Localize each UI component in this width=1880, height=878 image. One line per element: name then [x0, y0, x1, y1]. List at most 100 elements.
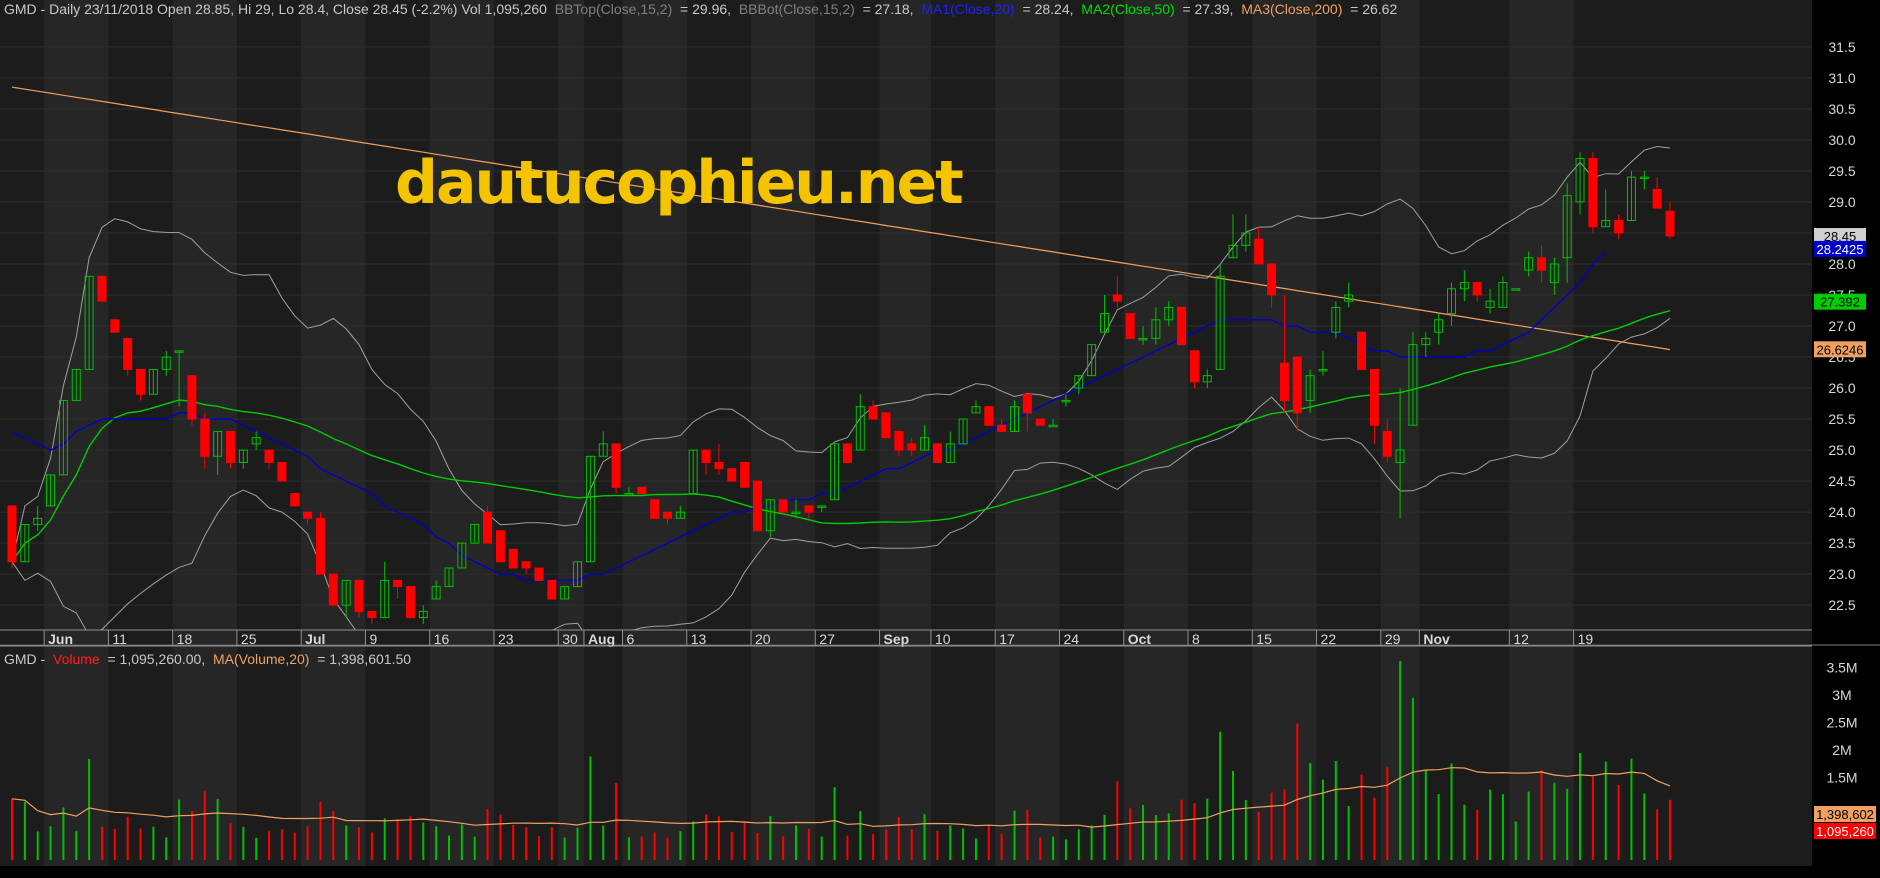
candle-body — [727, 468, 737, 482]
date-tick-label: 22 — [1321, 631, 1337, 647]
date-tick-label: 29 — [1385, 631, 1401, 647]
candle-body — [1357, 331, 1367, 370]
bbtop-value: = 29.96, — [680, 1, 732, 17]
date-tick-label: 9 — [369, 631, 377, 647]
candle-body — [1472, 282, 1482, 296]
volume-header: GMD - Volume = 1,095,260.00, MA(Volume,2… — [4, 651, 411, 667]
volume-value: = 1,095,260.00, — [107, 651, 206, 667]
candle-body — [483, 511, 493, 544]
price-tick-label: 31.5 — [1828, 39, 1855, 55]
date-tick-label: 13 — [691, 631, 707, 647]
candle-body — [842, 443, 852, 463]
candle-body — [1652, 189, 1662, 209]
candle-body — [1267, 263, 1277, 296]
week-band — [301, 0, 366, 644]
candle-body — [637, 486, 647, 495]
candle-body — [932, 443, 942, 463]
candle-body — [264, 449, 274, 463]
candle-body — [1369, 368, 1379, 426]
bbbot-value: = 27.18, — [862, 1, 914, 17]
week-band — [558, 0, 584, 644]
watermark: dautucophieu.net — [395, 148, 964, 218]
bbbot-label: BBBot(Close,15,2) — [738, 1, 855, 17]
candle-body — [752, 480, 762, 532]
candle-body — [547, 579, 557, 600]
candle-body — [97, 275, 107, 302]
date-tick-label: Nov — [1423, 631, 1450, 647]
candle-body — [1588, 157, 1598, 228]
candle-body — [868, 406, 878, 420]
candle-body — [354, 579, 364, 612]
candle-body — [1279, 362, 1289, 401]
date-tick-label: 16 — [434, 631, 450, 647]
candle-body — [1189, 350, 1199, 383]
volume-value-tag-label: 1,398,602 — [1816, 807, 1874, 822]
volume-tick-label: 3.5M — [1826, 660, 1857, 676]
date-tick-label: 10 — [935, 631, 951, 647]
price-tick-label: 29.5 — [1828, 163, 1855, 179]
week-band — [995, 0, 1060, 644]
candle-body — [7, 505, 17, 563]
candle-body — [110, 319, 120, 333]
value-tag-label: 27.392 — [1820, 295, 1860, 310]
price-tick-label: 25.5 — [1828, 411, 1855, 427]
candle-body — [521, 561, 531, 569]
price-tick-label: 23.5 — [1828, 535, 1855, 551]
volume-tick-label: 2.5M — [1826, 715, 1857, 731]
candle-body — [740, 461, 750, 488]
price-tick-label: 30.5 — [1828, 101, 1855, 117]
date-tick-label: 24 — [1063, 631, 1079, 647]
date-tick-label: Jun — [48, 631, 73, 647]
date-tick-label: 11 — [112, 631, 127, 647]
week-band — [172, 0, 237, 644]
ma3-label: MA3(Close,200) — [1241, 1, 1343, 17]
date-tick-label: 6 — [627, 631, 635, 647]
date-tick-label: Jul — [305, 631, 325, 647]
candle-body — [611, 443, 621, 488]
price-tick-label: 27.0 — [1828, 318, 1855, 334]
stock-chart[interactable]: 22.523.023.524.024.525.025.526.026.527.0… — [0, 0, 1880, 878]
date-tick-label: 20 — [755, 631, 771, 647]
ma3-value: = 26.62 — [1350, 1, 1398, 17]
price-tick-label: 24.5 — [1828, 473, 1855, 489]
week-band — [558, 646, 584, 866]
week-band — [622, 0, 687, 644]
date-tick-label: 18 — [177, 631, 193, 647]
week-band — [44, 0, 109, 644]
candle-body — [701, 449, 711, 463]
candle-body — [277, 461, 287, 482]
date-tick-label: 12 — [1513, 631, 1529, 647]
candle-body — [123, 337, 133, 370]
volume-prefix: GMD - — [4, 651, 46, 667]
candle-body — [315, 517, 325, 575]
date-tick-label: 23 — [498, 631, 514, 647]
volume-tick-label: 2M — [1832, 742, 1851, 758]
candle-body — [1382, 430, 1392, 457]
volume-tick-label: 1.5M — [1826, 770, 1857, 786]
price-tick-label: 28.0 — [1828, 256, 1855, 272]
week-band — [879, 646, 931, 866]
candle-body — [200, 418, 210, 457]
candle-body — [367, 610, 377, 619]
candle-body — [495, 530, 505, 563]
date-tick-label: 19 — [1578, 631, 1594, 647]
week-band — [1509, 0, 1574, 644]
ma2-label: MA2(Close,50) — [1081, 1, 1175, 17]
ma2-value: = 27.39, — [1182, 1, 1234, 17]
date-tick-label: 15 — [1256, 631, 1272, 647]
price-tick-label: 25.0 — [1828, 442, 1855, 458]
candle-body — [1112, 294, 1122, 302]
week-band — [1380, 0, 1420, 644]
date-tick-label: Aug — [588, 631, 615, 647]
date-tick-label: 27 — [819, 631, 835, 647]
candle-body — [1125, 313, 1135, 339]
candle-body — [650, 499, 660, 519]
volume-ma-label: MA(Volume,20) — [212, 651, 310, 667]
week-band — [751, 646, 816, 866]
candle-body — [997, 424, 1007, 432]
candle-body — [778, 499, 788, 513]
price-tick-label: 29.0 — [1828, 194, 1855, 210]
price-header: GMD - Daily 23/11/2018 Open 28.85, Hi 29… — [4, 1, 1397, 17]
candle-body — [907, 443, 917, 451]
date-tick-label: Oct — [1128, 631, 1152, 647]
